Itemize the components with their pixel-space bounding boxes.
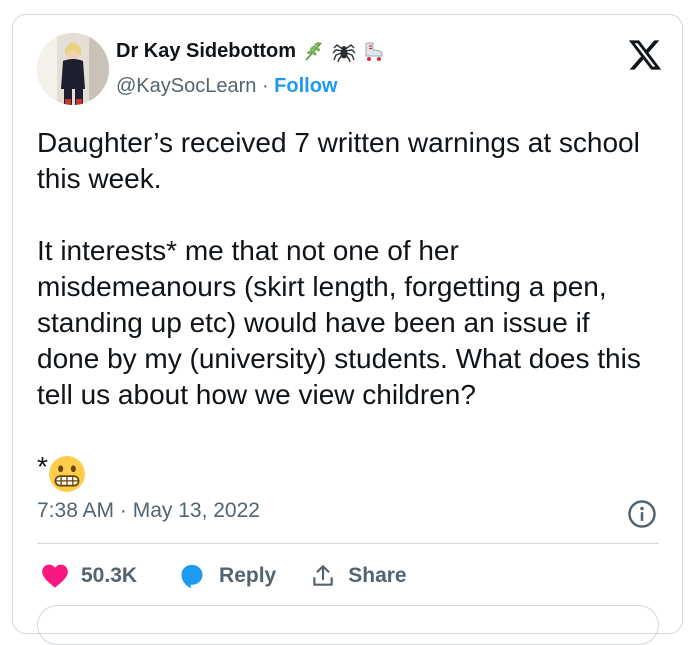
author-name-row: Dr Kay Sidebottom (116, 39, 386, 63)
tweet-actions: 50.3K Reply Share (41, 561, 407, 591)
author-handle-row: @KaySocLearn · Follow (116, 75, 338, 98)
tweet-paragraph-1: Daughter’s received 7 written warnings a… (37, 127, 640, 194)
spider-icon (332, 44, 356, 63)
footnote-marker: * (37, 451, 48, 482)
tweet-footnote: * (37, 447, 86, 492)
tweet-text: Daughter’s received 7 written warnings a… (37, 125, 657, 413)
herb-emoji-icon (305, 42, 322, 61)
reply-button[interactable]: Reply (177, 562, 276, 590)
speech-bubble-icon (181, 564, 203, 589)
handle-separator: · (256, 75, 275, 97)
actions-divider (37, 543, 659, 544)
share-icon (313, 565, 333, 586)
share-button[interactable]: Share (310, 563, 407, 589)
avatar-photo (37, 33, 109, 105)
follow-link[interactable]: Follow (274, 75, 337, 97)
heart-icon (42, 564, 68, 588)
tweet-paragraph-2: It interests* me that not one of her mis… (37, 235, 641, 410)
info-icon[interactable] (627, 499, 657, 529)
roller-skate-icon (365, 42, 383, 61)
like-button[interactable]: 50.3K (41, 563, 137, 589)
author-handle[interactable]: @KaySocLearn (116, 75, 256, 97)
author-avatar[interactable] (37, 33, 109, 105)
reply-label: Reply (219, 564, 277, 587)
author-display-name[interactable]: Dr Kay Sidebottom (116, 40, 296, 63)
read-replies-button[interactable] (37, 605, 659, 645)
share-label: Share (348, 564, 407, 587)
like-count: 50.3K (81, 564, 138, 587)
x-logo-icon[interactable] (627, 37, 663, 73)
grimacing-face-icon (48, 456, 85, 492)
tweet-embed-card: Dr Kay Sidebottom @KaySocLearn · Follow … (12, 14, 683, 645)
tweet-timestamp[interactable]: 7:38 AM · May 13, 2022 (37, 499, 260, 523)
